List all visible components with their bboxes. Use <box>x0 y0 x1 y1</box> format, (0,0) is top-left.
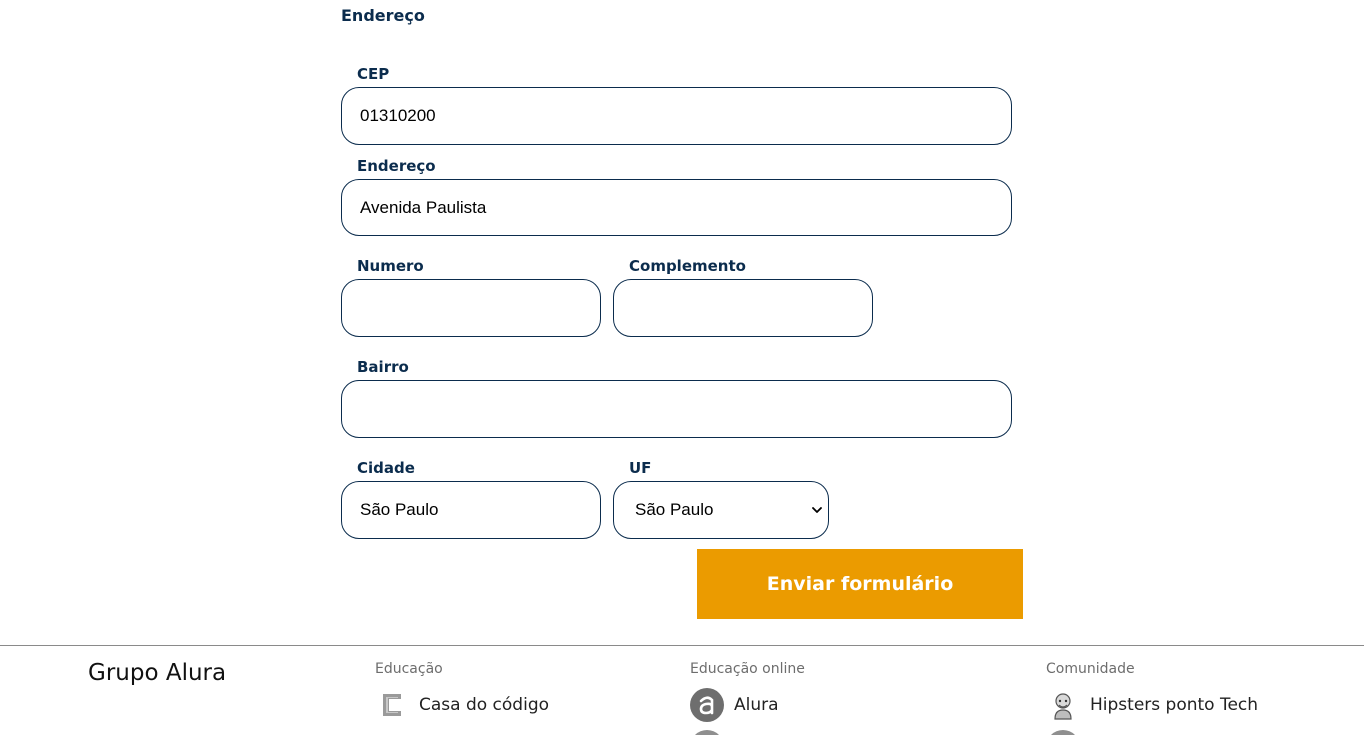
footer-link-alura[interactable]: Alura <box>690 688 779 722</box>
cidade-label: Cidade <box>357 459 415 477</box>
cep-label: CEP <box>357 65 390 83</box>
bairro-input[interactable] <box>341 380 1012 438</box>
bairro-label: Bairro <box>357 358 409 376</box>
footer-col-title-educacao: Educação <box>375 661 443 677</box>
footer-divider <box>0 645 1364 646</box>
cep-input[interactable] <box>341 87 1012 145</box>
uf-select[interactable]: São Paulo <box>613 481 829 539</box>
cidade-input[interactable] <box>341 481 601 539</box>
footer-col-title-educacao-online: Educação online <box>690 661 805 677</box>
complemento-input[interactable] <box>613 279 873 337</box>
footer-col-title-comunidade: Comunidade <box>1046 661 1135 677</box>
footer-link-casa-do-codigo[interactable]: Casa do código <box>375 688 549 722</box>
footer-next-icon <box>690 730 724 735</box>
footer-link-label: Hipsters ponto Tech <box>1090 695 1259 715</box>
endereco-input[interactable] <box>341 179 1012 236</box>
uf-label: UF <box>629 459 652 477</box>
alura-icon <box>690 688 724 722</box>
chevron-down-icon <box>810 503 824 517</box>
numero-input[interactable] <box>341 279 601 337</box>
submit-button[interactable]: Enviar formulário <box>697 549 1023 619</box>
footer-brand: Grupo Alura <box>88 660 227 686</box>
numero-label: Numero <box>357 257 424 275</box>
endereco-label: Endereço <box>357 157 436 175</box>
footer-next-icon <box>1046 730 1080 735</box>
casa-do-codigo-icon <box>375 688 409 722</box>
complemento-label: Complemento <box>629 257 746 275</box>
footer-link-label: Casa do código <box>419 695 550 715</box>
footer-link-hipsters[interactable]: Hipsters ponto Tech <box>1046 688 1258 722</box>
uf-selected-value: São Paulo <box>635 500 714 519</box>
footer-link-label: Alura <box>734 695 779 715</box>
hipsters-icon <box>1046 688 1080 722</box>
section-title: Endereço <box>341 6 425 25</box>
